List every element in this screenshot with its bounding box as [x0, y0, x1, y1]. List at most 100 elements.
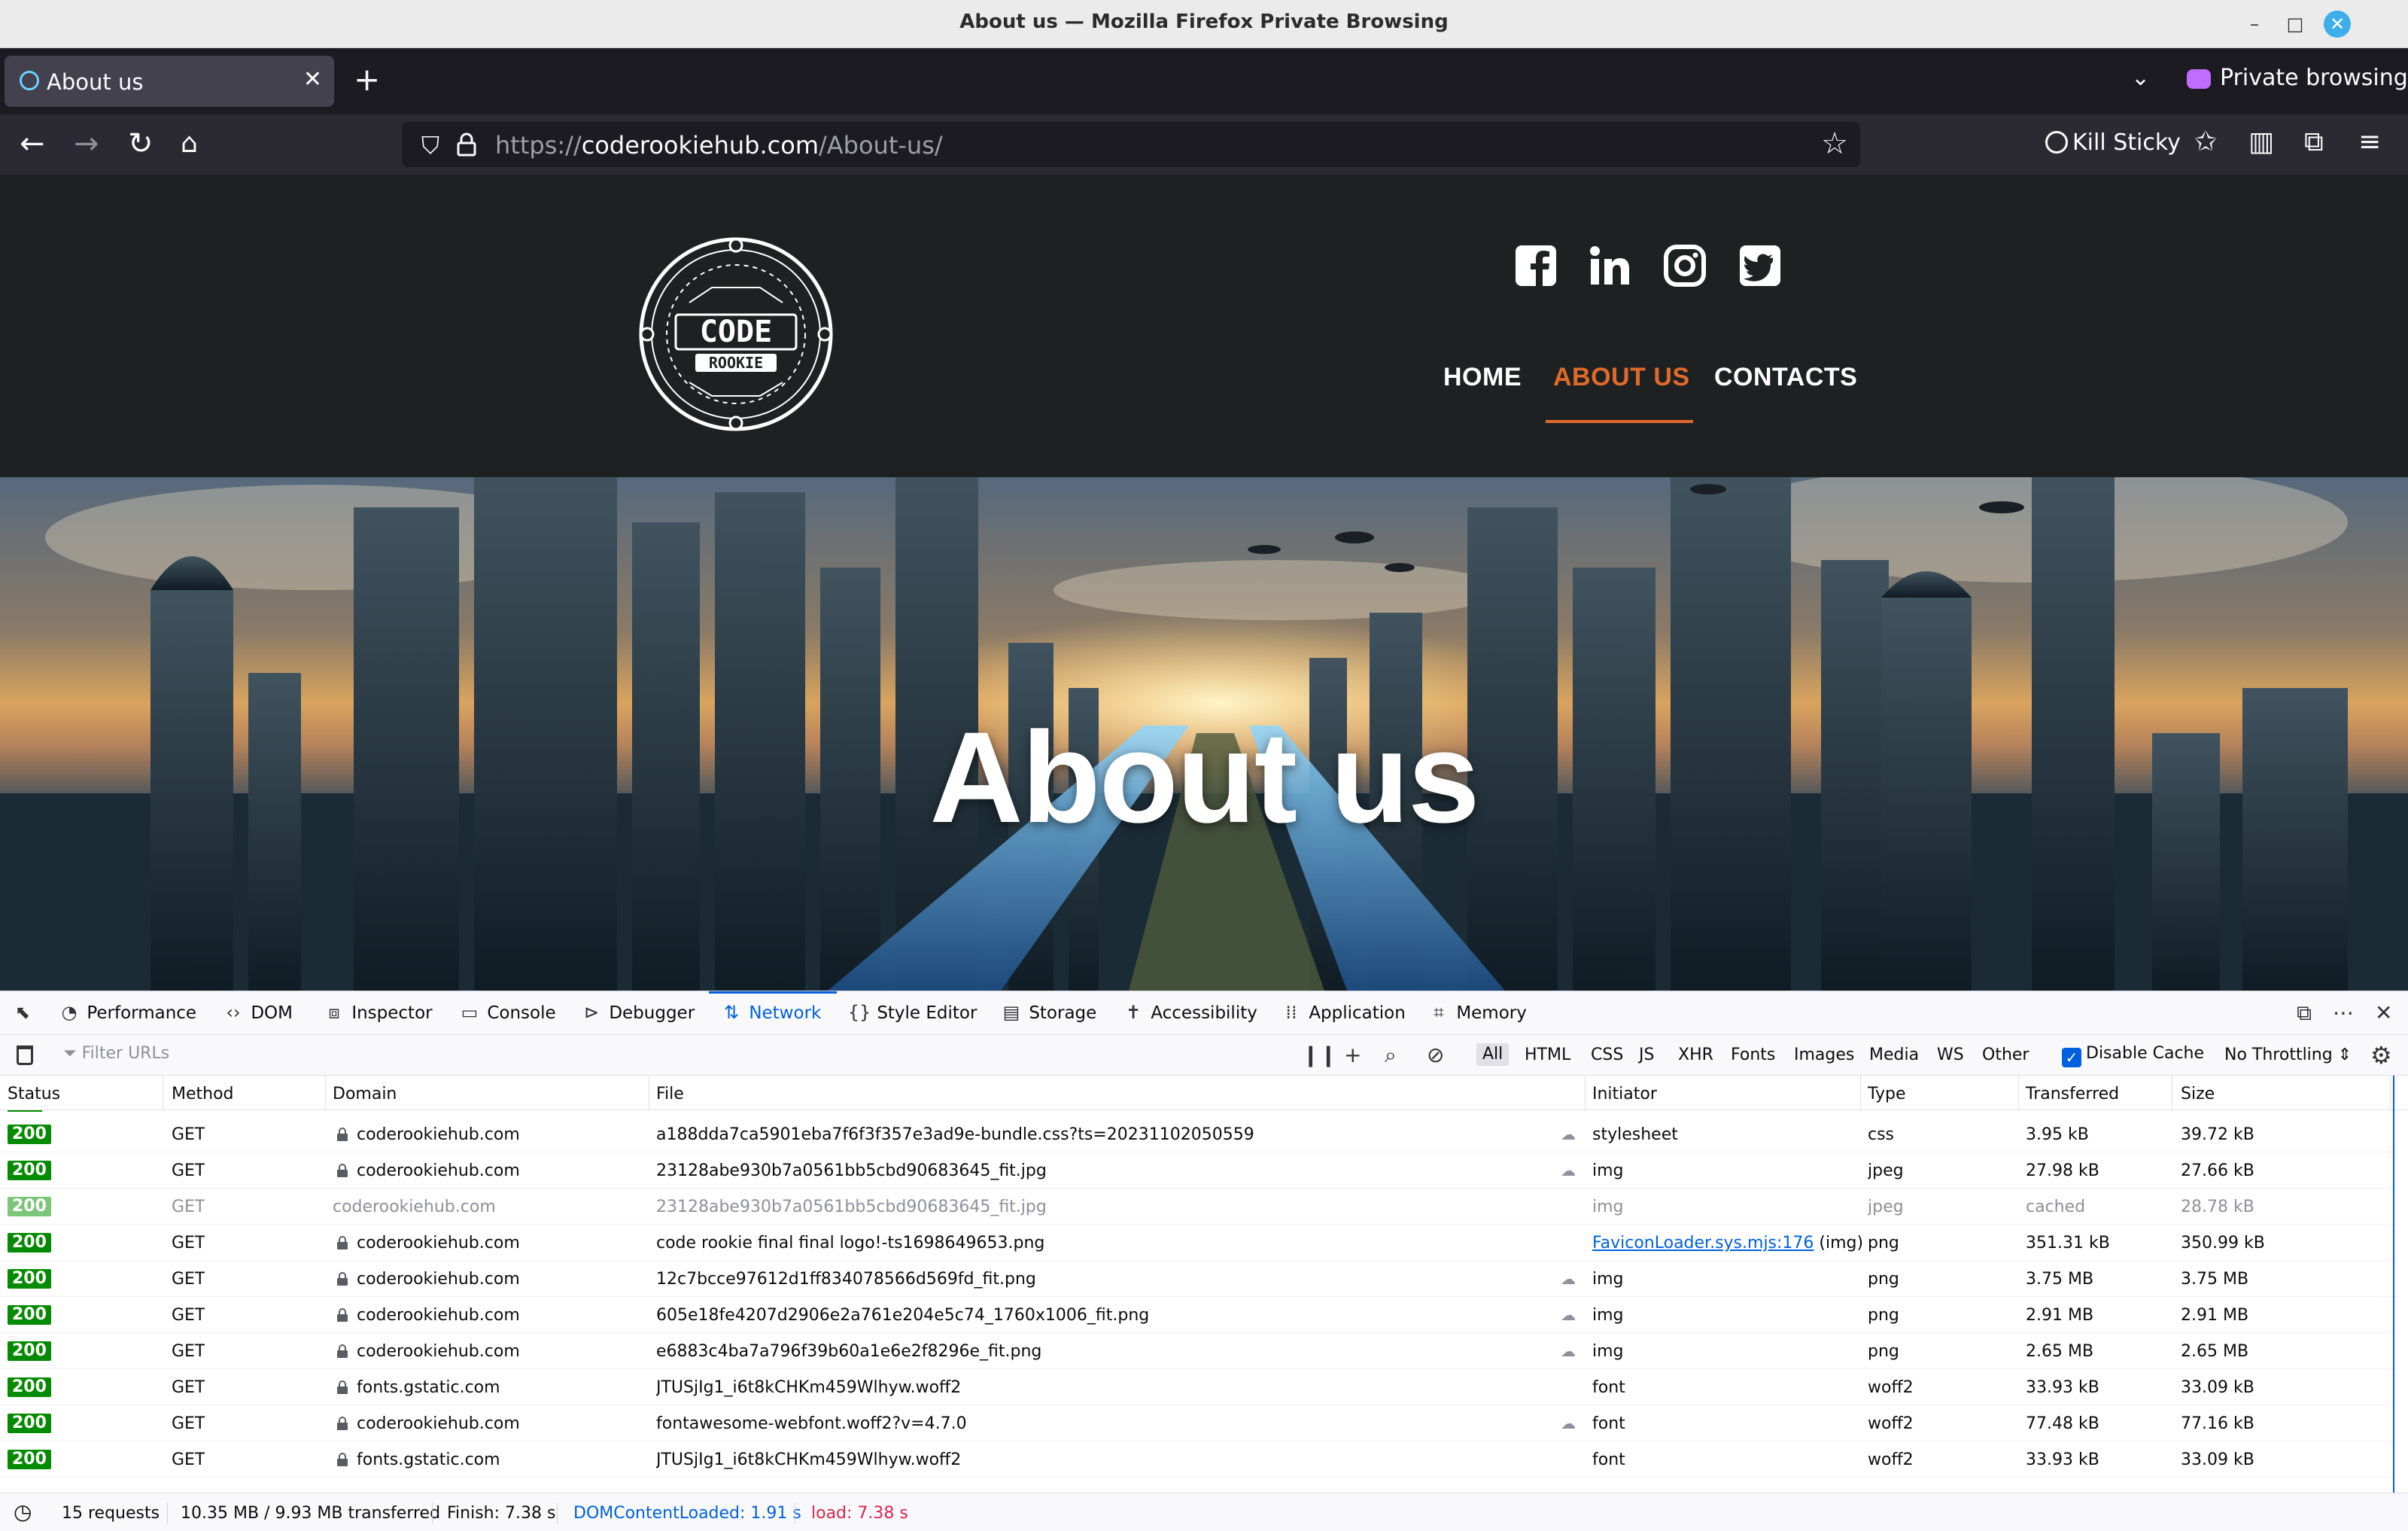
tracker-icon: ☁ — [1561, 1342, 1576, 1360]
status: 200 — [8, 1161, 51, 1180]
tab-memory[interactable]: ⌗ Memory — [1427, 1002, 1527, 1023]
table-row[interactable]: 200 GET fonts.gstatic.com JTUSjIg1_i6t8kCHK… — [0, 1441, 2399, 1478]
linkedin-icon[interactable] — [1588, 244, 1631, 288]
tab-about-us[interactable]: About us ✕ — [5, 56, 334, 107]
table-row[interactable]: 200 GET coderookiehub.com 12c7bcce97612d1ff… — [0, 1261, 2399, 1297]
code-rookie-logo[interactable]: CODE ROOKIE — [637, 235, 835, 434]
tab-console[interactable]: ▭ Console — [458, 1002, 556, 1023]
bookmark-star-icon[interactable]: ☆ — [1821, 126, 1848, 161]
kill-sticky-button[interactable]: Kill Sticky — [2045, 129, 2181, 156]
column-transferred[interactable]: Transferred — [2026, 1085, 2119, 1103]
tab-network[interactable]: ⇅ Network — [719, 1002, 821, 1023]
disable-cache-checkbox[interactable]: ✓ Disable Cache — [2062, 1044, 2204, 1067]
filter-js[interactable]: JS — [1639, 1046, 1654, 1064]
column-status[interactable]: Status — [8, 1085, 60, 1103]
more-options-icon[interactable]: ⋯ — [2333, 1000, 2354, 1025]
throttling-select[interactable]: No Throttling ⇕ — [2224, 1046, 2352, 1064]
filter-media[interactable]: Media — [1869, 1046, 1919, 1064]
globe-icon — [2045, 131, 2068, 154]
column-method[interactable]: Method — [172, 1085, 234, 1103]
element-picker-icon[interactable]: ⬉ — [11, 1002, 35, 1023]
reload-icon[interactable]: ↻ — [128, 125, 154, 163]
pause-icon[interactable]: ❙❙ — [1302, 1042, 1337, 1067]
table-row[interactable]: 200 GET fonts.gstatic.com JTUSjIg1_i6t8kCHK… — [0, 1369, 2399, 1405]
request-file: code rookie final final logo!-ts16986496… — [656, 1234, 1045, 1252]
block-icon[interactable]: ⊘ — [1427, 1042, 1444, 1067]
column-type[interactable]: Type — [1868, 1085, 1906, 1103]
add-request-blocking-icon[interactable]: + — [1344, 1042, 1361, 1067]
nav-about-us[interactable]: ABOUT US — [1553, 363, 1690, 392]
status: 200 — [8, 1233, 51, 1252]
dock-side-icon[interactable]: ⧉ — [2297, 1000, 2312, 1026]
network-icon: ⇅ — [723, 1002, 740, 1023]
pocket-icon[interactable]: ✩ — [2194, 126, 2217, 157]
initiator-link[interactable]: FaviconLoader.sys.mjs:176 — [1592, 1234, 1814, 1252]
tab-style-editor[interactable]: {} Style Editor — [847, 1002, 977, 1023]
url-bar[interactable]: ⛉ https://coderookiehub.com/About-us/ ☆ — [402, 122, 1860, 167]
search-icon[interactable]: ⌕ — [1385, 1042, 1397, 1068]
forward-icon[interactable]: → — [74, 125, 99, 163]
tab-application[interactable]: ⁞⁞ Application — [1279, 1002, 1405, 1023]
column-initiator[interactable]: Initiator — [1592, 1085, 1657, 1103]
filter-all[interactable]: All — [1476, 1043, 1510, 1066]
secure-lock-icon — [337, 1344, 348, 1358]
filter-xhr[interactable]: XHR — [1678, 1046, 1713, 1064]
url-text[interactable]: https://coderookiehub.com/About-us/ — [495, 131, 943, 160]
twitter-icon[interactable] — [1738, 244, 1782, 288]
nav-contacts[interactable]: CONTACTS — [1714, 363, 1857, 392]
table-row[interactable]: 200 GET coderookiehub.com fontawesome-webfo… — [0, 1405, 2399, 1441]
request-initiator: img — [1592, 1342, 1624, 1361]
waterfall-timeline-line — [2393, 1076, 2394, 1494]
request-file: 12c7bcce97612d1ff834078566d569fd_fit.png — [656, 1270, 1036, 1289]
table-row[interactable]: 200 GET coderookiehub.com code rookie final… — [0, 1225, 2399, 1261]
column-file[interactable]: File — [656, 1085, 684, 1103]
filter-html[interactable]: HTML — [1525, 1046, 1570, 1064]
tab-dom[interactable]: ‹› DOM — [221, 1002, 293, 1023]
maximize-icon[interactable]: □ — [2282, 11, 2309, 38]
table-row[interactable]: 200 GET coderookiehub.com 605e18fe4207d2906… — [0, 1297, 2399, 1333]
filter-fonts[interactable]: Fonts — [1731, 1046, 1775, 1064]
column-domain[interactable]: Domain — [333, 1085, 397, 1103]
secure-lock-icon — [337, 1380, 348, 1394]
tab-inspector[interactable]: ⧈ Inspector — [322, 1002, 432, 1023]
tab-performance[interactable]: ◔ Performance — [57, 1002, 197, 1023]
filter-ws[interactable]: WS — [1937, 1046, 1964, 1064]
close-devtools-icon[interactable]: ✕ — [2375, 1000, 2392, 1025]
tab-debugger[interactable]: ⊳ Debugger — [579, 1002, 695, 1023]
list-all-tabs-icon[interactable]: ⌄ — [2131, 65, 2150, 91]
table-row[interactable]: 200 GET coderookiehub.com 23128abe930b7a056… — [0, 1152, 2399, 1189]
table-row[interactable]: 200 GET coderookiehub.com 23128abe930b7a056… — [0, 1189, 2399, 1225]
tab-storage[interactable]: ▤ Storage — [999, 1002, 1097, 1023]
new-tab-icon[interactable]: + — [354, 59, 380, 101]
filter-other[interactable]: Other — [1982, 1046, 2029, 1064]
filter-images[interactable]: Images — [1794, 1046, 1854, 1064]
column-size[interactable]: Size — [2181, 1085, 2215, 1103]
close-window-icon[interactable]: ✕ — [2324, 11, 2351, 38]
clear-requests-icon[interactable] — [17, 1046, 33, 1065]
menu-icon[interactable]: ≡ — [2358, 126, 2381, 157]
style-editor-icon: {} — [847, 1002, 871, 1023]
filter-urls-input[interactable]: ⏷ Filter URLs — [63, 1044, 169, 1063]
table-row[interactable]: 200 GET coderookiehub.com a188dda7ca5901eba… — [0, 1116, 2399, 1152]
status: 200 — [8, 1450, 51, 1469]
table-row[interactable]: 200 GET coderookiehub.com e6883c4ba7a796f39… — [0, 1333, 2399, 1369]
nav-home[interactable]: HOME — [1443, 363, 1522, 392]
extensions-icon[interactable]: ⧉ — [2304, 126, 2324, 158]
request-size: 33.09 kB — [2181, 1450, 2254, 1469]
request-type: png — [1868, 1342, 1899, 1361]
facebook-icon[interactable] — [1514, 244, 1558, 288]
active-tab-indicator — [709, 991, 837, 994]
close-tab-icon[interactable]: ✕ — [303, 66, 322, 93]
dom-icon: ‹› — [226, 1002, 241, 1023]
performance-analysis-icon[interactable]: ◷ — [14, 1499, 32, 1524]
tab-accessibility[interactable]: ✝ Accessibility — [1121, 1002, 1257, 1023]
lock-icon[interactable] — [456, 132, 477, 157]
minimize-icon[interactable]: – — [2241, 11, 2268, 38]
back-icon[interactable]: ← — [20, 125, 45, 163]
instagram-icon[interactable] — [1663, 244, 1707, 288]
filter-css[interactable]: CSS — [1591, 1046, 1623, 1064]
sidebar-icon[interactable]: ▥ — [2248, 126, 2274, 157]
tracking-protection-shield-icon[interactable]: ⛉ — [421, 131, 439, 160]
gear-icon[interactable]: ⚙ — [2370, 1041, 2392, 1070]
home-icon[interactable]: ⌂ — [181, 125, 198, 163]
